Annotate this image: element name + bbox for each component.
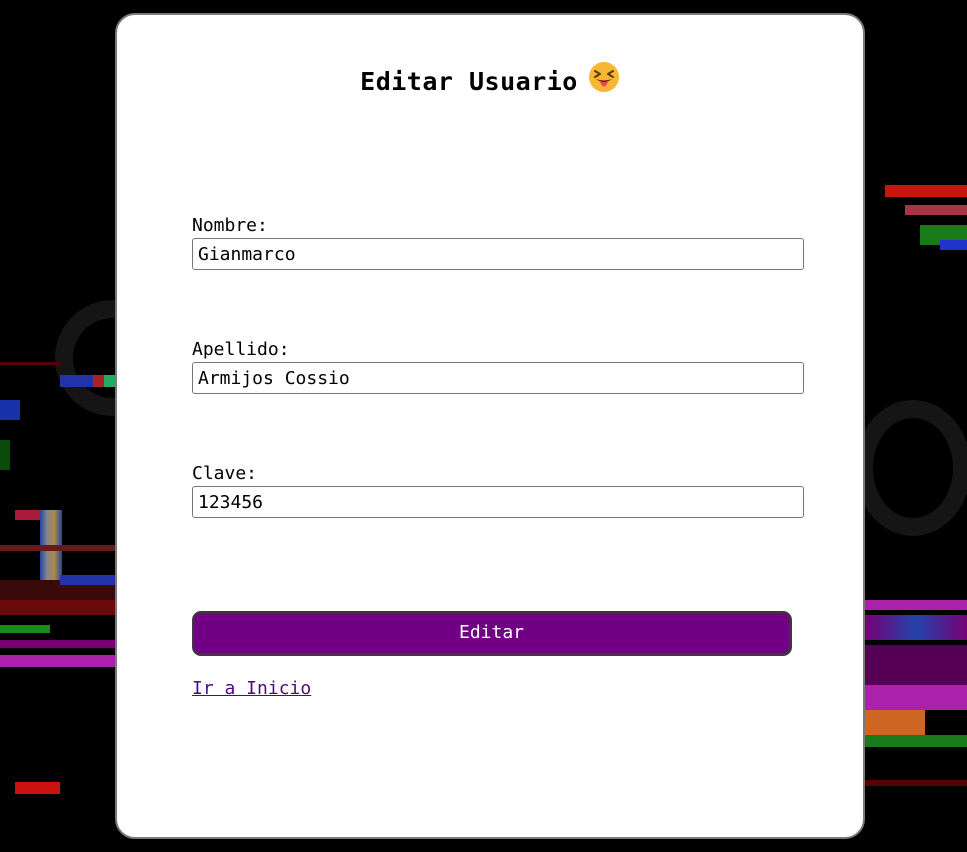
background-swirl-right [855, 400, 967, 536]
glitch-strip [0, 655, 115, 667]
home-link[interactable]: Ir a Inicio [192, 678, 311, 699]
squinting-face-with-tongue-icon [588, 61, 620, 99]
glitch-strip [60, 575, 115, 585]
page-title-text: Editar Usuario [360, 67, 578, 96]
glitch-strip [0, 545, 115, 551]
apellido-label: Apellido: [192, 339, 290, 360]
page-title: Editar Usuario [117, 62, 863, 99]
glitch-strip [0, 625, 50, 633]
glitch-strip [60, 375, 115, 387]
glitch-strip [15, 782, 60, 794]
clave-input[interactable] [192, 486, 804, 518]
glitch-strip [865, 735, 967, 747]
glitch-strip [0, 600, 115, 615]
glitch-strip [15, 510, 40, 520]
glitch-strip [0, 362, 60, 365]
nombre-label: Nombre: [192, 215, 268, 236]
glitch-strip [885, 185, 967, 197]
glitch-strip [0, 640, 115, 648]
glitch-strip [905, 205, 967, 215]
glitch-strip [940, 240, 967, 250]
edit-user-card: Editar Usuario Nombre: Apellido: Clave: … [115, 13, 865, 839]
glitch-strip [865, 615, 967, 640]
glitch-strip [0, 400, 20, 420]
glitch-strip [865, 685, 967, 710]
glitch-strip [865, 710, 925, 735]
glitch-strip [0, 440, 10, 470]
clave-label: Clave: [192, 463, 258, 484]
glitch-strip [865, 600, 967, 610]
nombre-input[interactable] [192, 238, 804, 270]
glitch-strip [865, 780, 967, 786]
glitch-strip [865, 645, 967, 685]
editar-button[interactable]: Editar [192, 611, 792, 656]
apellido-input[interactable] [192, 362, 804, 394]
